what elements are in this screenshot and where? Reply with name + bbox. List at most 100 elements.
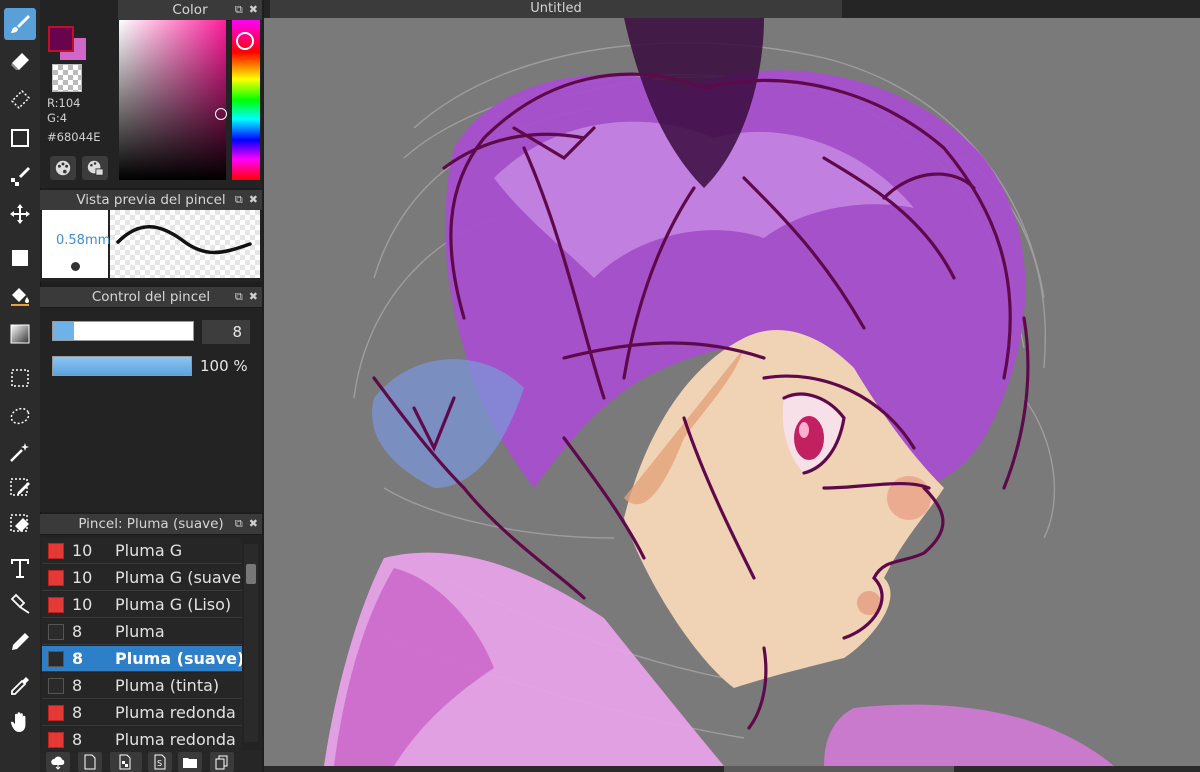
brush-preview-panel: Vista previa del pincel ⧉ ✖ 0.58mm — [40, 190, 262, 282]
palette-settings-button[interactable] — [82, 156, 108, 180]
brush-opacity-slider-fill — [53, 357, 191, 375]
pencil-icon — [12, 633, 29, 650]
brush-size-slider[interactable] — [52, 321, 194, 341]
brush-list-scrollbar[interactable] — [244, 544, 258, 742]
brush-opacity-slider[interactable] — [52, 356, 192, 376]
select-eraser-icon — [10, 514, 29, 532]
color-panel: Color ⧉ ✖ R:104 G:4 #68044E — [40, 0, 262, 188]
popout-icon[interactable]: ⧉ — [235, 0, 243, 20]
filled-square-icon — [12, 250, 28, 266]
palette-button[interactable] — [50, 156, 76, 180]
brush-tool-button[interactable] — [4, 8, 36, 40]
drawing-canvas[interactable] — [264, 18, 1200, 766]
brush-list-item[interactable]: 8 Pluma — [42, 619, 242, 645]
select-rect-tool-button[interactable] — [4, 362, 36, 394]
close-icon[interactable]: ✖ — [249, 514, 258, 534]
brush-type-icon — [119, 754, 131, 770]
magic-wand-tool-button[interactable] — [4, 436, 36, 468]
brush-type-dropdown[interactable] — [110, 752, 142, 772]
hue-slider-handle[interactable] — [236, 32, 254, 50]
hue-slider[interactable] — [232, 20, 260, 180]
eraser-tool-button[interactable] — [4, 46, 36, 78]
hand-tool-button[interactable] — [4, 706, 36, 738]
move-icon — [10, 204, 30, 224]
brush-color-swatch — [48, 705, 64, 721]
color-panel-title: Color — [172, 2, 208, 18]
palette-icon — [55, 160, 71, 176]
brush-list-item[interactable]: 8 Pluma redonda — [42, 700, 242, 726]
eraser-icon — [11, 53, 29, 70]
palette-settings-icon — [87, 160, 104, 176]
brush-color-swatch — [48, 678, 64, 694]
bucket-icon — [11, 288, 29, 306]
brush-icon — [11, 15, 30, 33]
rectangle-tool-button[interactable] — [4, 122, 36, 154]
canvas-scroll-thumb[interactable] — [724, 766, 954, 772]
brush-name-label: Pluma (tinta) — [115, 676, 220, 695]
duplicate-brush-button[interactable] — [210, 752, 234, 772]
bucket-tool-button[interactable] — [4, 280, 36, 312]
popout-icon[interactable]: ⧉ — [235, 190, 243, 210]
eyedropper-icon — [11, 677, 29, 695]
move-tool-button[interactable] — [4, 198, 36, 230]
saturation-value-picker[interactable] — [119, 20, 227, 180]
hand-icon — [10, 712, 26, 732]
new-brush-button[interactable] — [78, 752, 102, 772]
brush-settings-button[interactable]: S — [148, 752, 172, 772]
select-pen-icon — [10, 478, 30, 496]
transparent-color-swatch[interactable] — [52, 64, 82, 92]
brush-color-swatch — [48, 597, 64, 613]
cloud-brush-button[interactable] — [46, 752, 70, 772]
open-folder-button[interactable] — [178, 752, 202, 772]
new-file-icon — [84, 754, 96, 770]
popout-icon[interactable]: ⧉ — [235, 287, 243, 307]
select-eraser-tool-button[interactable] — [4, 508, 36, 540]
foreground-color-swatch[interactable] — [48, 26, 74, 52]
brush-color-swatch — [48, 543, 64, 559]
brush-list-item[interactable]: 8 Pluma (suave) — [42, 646, 242, 672]
brush-size-label: 10 — [72, 595, 93, 614]
popout-icon[interactable]: ⧉ — [235, 514, 243, 534]
eyedropper-tool-button[interactable] — [4, 670, 36, 702]
iris — [794, 416, 824, 460]
brush-list-item[interactable]: 10 Pluma G (Liso) — [42, 592, 242, 618]
brush-size-slider-fill — [53, 322, 74, 340]
text-tool-button[interactable] — [4, 552, 36, 584]
color-picker-cursor[interactable] — [215, 108, 227, 120]
brush-size-value[interactable]: 8 — [202, 320, 250, 344]
pen-vector-tool-button[interactable] — [4, 588, 36, 620]
tool-bar — [0, 0, 41, 772]
brush-list-item[interactable]: 10 Pluma G — [42, 538, 242, 564]
brush-list-scroll-thumb[interactable] — [246, 564, 256, 584]
svg-text:S: S — [157, 759, 162, 768]
shape-fill-tool-button[interactable] — [4, 242, 36, 274]
brush-list-item[interactable]: 10 Pluma G (suave) — [42, 565, 242, 591]
brush-tip-dot — [71, 262, 80, 271]
brush-list-panel: Pincel: Pluma (suave) ⧉ ✖ 10 Pluma G 10 Plu… — [40, 514, 262, 772]
lasso-tool-button[interactable] — [4, 400, 36, 432]
red-value: R:104 — [47, 96, 81, 110]
brush-name-label: Pluma redonda — [115, 703, 236, 722]
brush-list-item[interactable]: 8 Pluma (tinta) — [42, 673, 242, 699]
close-icon[interactable]: ✖ — [249, 0, 258, 20]
brush-preview-header: Vista previa del pincel ⧉ ✖ — [40, 190, 262, 211]
canvas-horizontal-scrollbar[interactable] — [264, 766, 1200, 772]
green-value: G:4 — [47, 111, 68, 125]
gradient-tool-button[interactable] — [4, 318, 36, 350]
fill-brush-tool-button[interactable] — [4, 160, 36, 192]
hex-value: #68044E — [47, 130, 101, 144]
eyedropper-edit-tool-button[interactable] — [4, 626, 36, 658]
document-tab[interactable]: Untitled — [270, 0, 842, 18]
stroke-sample — [116, 225, 252, 255]
brush-name-label: Pluma (suave) — [115, 649, 242, 668]
folder-icon — [183, 758, 197, 768]
select-pen-tool-button[interactable] — [4, 472, 36, 504]
close-icon[interactable]: ✖ — [249, 287, 258, 307]
dotted-eraser-tool-button[interactable] — [4, 84, 36, 116]
copy-icon — [215, 755, 228, 770]
close-icon[interactable]: ✖ — [249, 190, 258, 210]
eye-highlight — [799, 422, 809, 438]
artwork — [324, 18, 1114, 766]
brush-color-swatch — [48, 624, 64, 640]
brush-size-label: 8 — [72, 622, 83, 641]
